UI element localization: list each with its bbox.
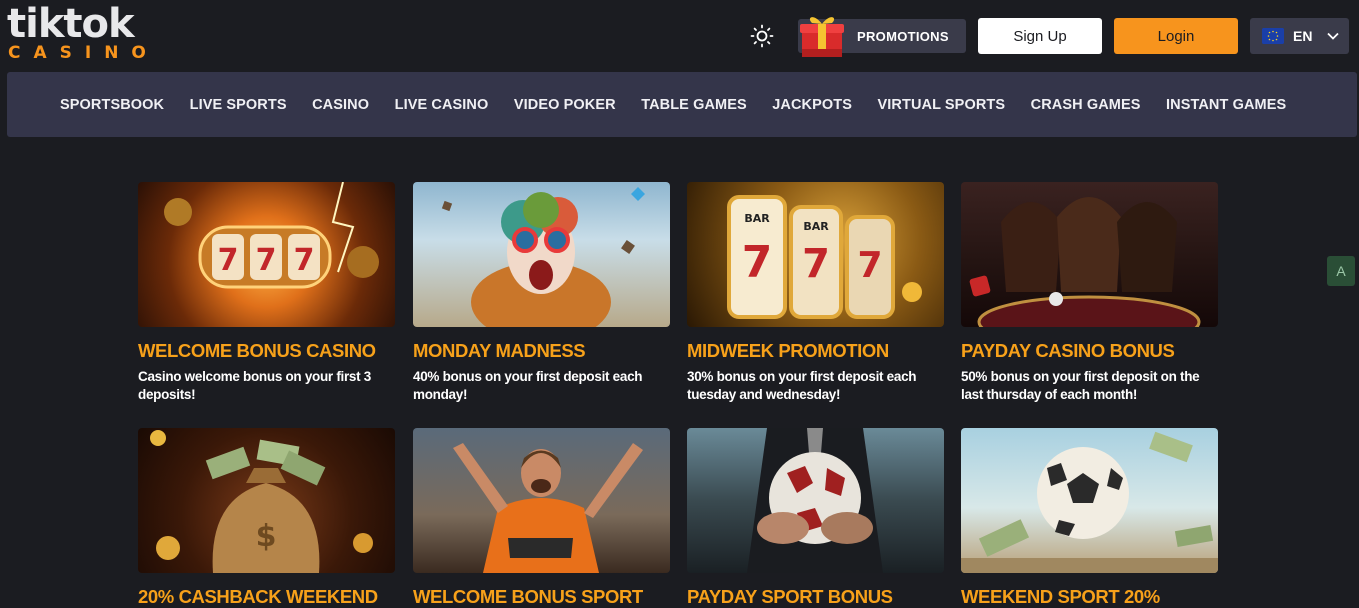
nav-item-video-poker[interactable]: VIDEO POKER xyxy=(514,97,616,113)
promo-card[interactable]: 7 7 7 WELCOME BONUS CASINO Casino welcom… xyxy=(138,182,395,404)
promotions-label: PROMOTIONS xyxy=(857,29,949,44)
svg-text:7: 7 xyxy=(218,243,239,278)
logo-wordmark: tiktok xyxy=(7,1,135,47)
nav-item-live-sports[interactable]: LIVE SPORTS xyxy=(190,97,287,113)
promo-card[interactable]: MONDAY MADNESS 40% bonus on your first d… xyxy=(413,182,670,404)
promo-title[interactable]: MIDWEEK PROMOTION xyxy=(687,340,944,362)
promo-description: 40% bonus on your first deposit each mon… xyxy=(413,369,643,402)
nav-item-crash-games[interactable]: CRASH GAMES xyxy=(1031,97,1141,113)
promo-image-ball-with-cash[interactable] xyxy=(961,428,1218,573)
promo-image-roulette[interactable] xyxy=(961,182,1218,327)
promo-image-football-fan[interactable] xyxy=(413,428,670,573)
promo-card[interactable]: PAYDAY CASINO BONUS 50% bonus on your fi… xyxy=(961,182,1218,404)
promo-description: Casino welcome bonus on your first 3 dep… xyxy=(138,369,371,402)
promotions-button[interactable]: PROMOTIONS xyxy=(798,17,966,57)
promo-title[interactable]: WELCOME BONUS SPORT xyxy=(413,586,670,608)
site-header: tiktok CASINO PROMOTIONS Sign Up Login E… xyxy=(0,0,1359,72)
sign-up-button[interactable]: Sign Up xyxy=(978,18,1102,54)
eu-flag-icon xyxy=(1262,28,1284,44)
promo-card[interactable]: PAYDAY SPORT BONUS xyxy=(687,428,944,608)
nav-item-table-games[interactable]: TABLE GAMES xyxy=(641,97,747,113)
nav-item-instant-games[interactable]: INSTANT GAMES xyxy=(1166,97,1286,113)
promo-title[interactable]: WEEKEND SPORT 20% xyxy=(961,586,1218,608)
nav-item-sportsbook[interactable]: SPORTSBOOK xyxy=(60,97,164,113)
nav-item-virtual-sports[interactable]: VIRTUAL SPORTS xyxy=(878,97,1006,113)
promo-title[interactable]: WELCOME BONUS CASINO xyxy=(138,340,395,362)
promo-card[interactable]: $ 20% CASHBACK WEEKEND xyxy=(138,428,395,608)
sun-icon xyxy=(750,24,774,48)
translate-extension-icon[interactable]: A xyxy=(1327,256,1355,286)
promo-image-ball-in-hands[interactable] xyxy=(687,428,944,573)
svg-text:BAR: BAR xyxy=(803,220,829,233)
svg-text:7: 7 xyxy=(857,245,882,286)
site-logo[interactable]: tiktok CASINO xyxy=(7,4,167,66)
promo-image-slot-reels[interactable]: 7 7 7 xyxy=(138,182,395,327)
login-button[interactable]: Login xyxy=(1114,18,1238,54)
promo-title[interactable]: PAYDAY SPORT BONUS xyxy=(687,586,944,608)
svg-text:BAR: BAR xyxy=(744,212,770,225)
svg-text:7: 7 xyxy=(742,237,773,288)
chevron-down-icon xyxy=(1327,32,1339,40)
svg-text:7: 7 xyxy=(256,243,277,278)
main-nav: SPORTSBOOK LIVE SPORTS CASINO LIVE CASIN… xyxy=(7,72,1357,137)
nav-item-casino[interactable]: CASINO xyxy=(312,97,369,113)
gift-icon xyxy=(800,17,844,57)
svg-text:7: 7 xyxy=(294,243,315,278)
promo-title[interactable]: PAYDAY CASINO BONUS xyxy=(961,340,1218,362)
promo-image-golden-slot[interactable]: 7 7 7 BAR BAR xyxy=(687,182,944,327)
promo-image-clown[interactable] xyxy=(413,182,670,327)
promo-title[interactable]: 20% CASHBACK WEEKEND xyxy=(138,586,395,608)
promo-description: 50% bonus on your first deposit on the l… xyxy=(961,369,1200,402)
promo-image-money-bag[interactable]: $ xyxy=(138,428,395,573)
promo-description: 30% bonus on your first deposit each tue… xyxy=(687,369,917,402)
svg-text:$: $ xyxy=(256,519,277,554)
logo-subtitle: CASINO xyxy=(8,43,159,63)
nav-item-live-casino[interactable]: LIVE CASINO xyxy=(395,97,489,113)
promo-card[interactable]: WELCOME BONUS SPORT xyxy=(413,428,670,608)
nav-item-jackpots[interactable]: JACKPOTS xyxy=(772,97,852,113)
promo-card[interactable]: 7 7 7 BAR BAR MIDWEEK PROMOTION 30% bonu… xyxy=(687,182,944,404)
language-selector[interactable]: EN xyxy=(1250,18,1349,54)
promo-card[interactable]: WEEKEND SPORT 20% xyxy=(961,428,1218,608)
promo-title[interactable]: MONDAY MADNESS xyxy=(413,340,670,362)
language-code: EN xyxy=(1293,28,1313,44)
svg-text:7: 7 xyxy=(802,241,830,287)
theme-toggle-button[interactable] xyxy=(748,22,776,50)
